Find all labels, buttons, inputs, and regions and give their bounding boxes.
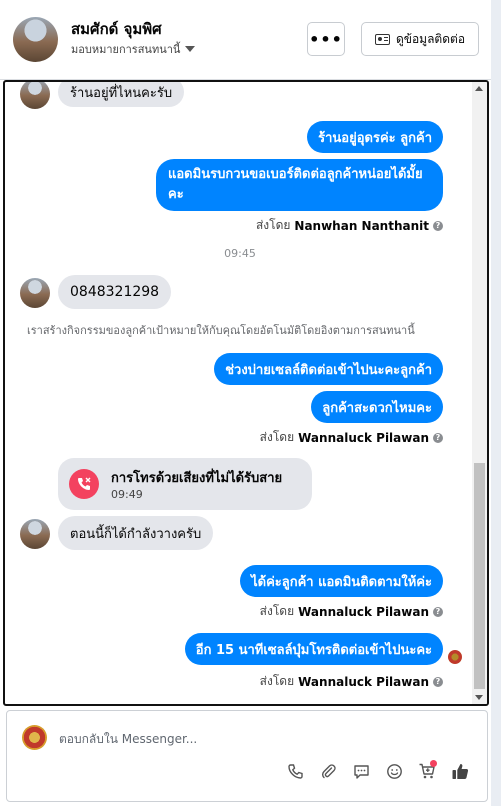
page-avatar — [22, 725, 47, 750]
incoming-message: ร้านอยู่ที่ไหนคะรับ — [58, 82, 185, 107]
sent-by-label: ส่งโดย Wannaluck Pilawan ? — [260, 428, 443, 447]
outgoing-message: ได้ค่ะลูกค้า แอดมินติดตามให้ค่ะ — [240, 565, 443, 597]
caret-down-icon — [185, 46, 196, 52]
assign-label: มอบหมายการสนทนานี้ — [71, 43, 181, 56]
like-icon[interactable] — [450, 761, 470, 781]
sent-by-label: ส่งโดย Wannaluck Pilawan ? — [260, 602, 443, 621]
view-contact-info-button[interactable]: ดูข้อมูลติดต่อ — [361, 22, 479, 56]
reply-composer — [6, 710, 488, 802]
cart-icon[interactable] — [417, 760, 437, 781]
time-separator: 09:45 — [224, 247, 256, 260]
cart-notification-dot — [430, 760, 437, 767]
help-icon[interactable]: ? — [433, 220, 443, 231]
reply-input[interactable] — [59, 729, 359, 749]
emoji-icon[interactable] — [384, 761, 404, 781]
missed-call-title: การโทรด้วยเสียงที่ไม่ได้รับสาย — [111, 471, 283, 486]
sent-by-label: ส่งโดย Wannaluck Pilawan ? — [260, 672, 443, 691]
help-icon[interactable]: ? — [433, 606, 443, 617]
view-contact-info-label: ดูข้อมูลติดต่อ — [395, 31, 466, 46]
activity-notice: เราสร้างกิจกรรมของลูกค้าเป้าหมายให้กับคุ… — [27, 324, 415, 337]
attachment-icon[interactable] — [318, 761, 338, 781]
scroll-down-arrow-icon[interactable] — [475, 695, 483, 700]
outgoing-message: ลูกค้าสะดวกไหมคะ — [311, 391, 443, 423]
more-options-button[interactable]: ••• — [307, 22, 345, 56]
seen-indicator-avatar — [448, 650, 462, 664]
help-icon[interactable]: ? — [433, 676, 443, 687]
missed-call-icon — [69, 469, 99, 499]
conversation-header: สมศักด์ จุมพิศ มอบหมายการสนทนานี้ ••• ดู… — [0, 0, 491, 80]
sent-by-label: ส่งโดย Nanwhan Nanthanit ? — [256, 216, 443, 235]
sender-avatar — [20, 519, 50, 549]
scrollbar-thumb[interactable] — [474, 463, 485, 689]
phone-icon[interactable] — [285, 761, 305, 781]
incoming-message: 0848321298 — [58, 275, 172, 309]
assign-conversation-dropdown[interactable]: มอบหมายการสนทนานี้ — [71, 40, 196, 58]
page-frame: สมศักด์ จุมพิศ มอบหมายการสนทนานี้ ••• ดู… — [0, 0, 491, 806]
sender-avatar — [20, 82, 50, 109]
scroll-up-arrow-icon[interactable] — [475, 86, 483, 91]
message-thread[interactable]: ร้านอยู่ที่ไหนคะรับ ร้านอยู่อุดรค่ะ ลูกค… — [3, 80, 489, 706]
sent-by-prefix: ส่งโดย — [259, 604, 295, 618]
sent-by-prefix: ส่งโดย — [259, 430, 295, 444]
contact-avatar[interactable] — [13, 17, 58, 62]
sent-by-prefix: ส่งโดย — [255, 218, 291, 232]
incoming-message: ตอนนี้ก็ได้กำลังวางครับ — [58, 516, 214, 550]
contact-name: สมศักด์ จุมพิศ — [71, 20, 162, 38]
sent-by-name: Wannaluck Pilawan — [298, 430, 429, 445]
sent-by-name: Wannaluck Pilawan — [298, 674, 429, 689]
missed-call-time: 09:49 — [111, 488, 143, 501]
outgoing-message: อีก 15 นาทีเซลล์บุ๋มโทรติดต่อเข้าไปนะคะ — [184, 633, 443, 665]
sender-avatar — [20, 278, 50, 308]
sent-by-name: Nanwhan Nanthanit — [294, 218, 429, 233]
missed-call-card[interactable]: การโทรด้วยเสียงที่ไม่ได้รับสาย 09:49 — [58, 458, 312, 510]
outgoing-message: ช่วงบ่ายเซลล์ติดต่อเข้าไปนะคะลูกค้า — [214, 353, 443, 385]
saved-reply-icon[interactable] — [351, 761, 371, 781]
outgoing-message: ร้านอยู่อุดรค่ะ ลูกค้า — [307, 121, 443, 153]
outgoing-message: แอดมินรบกวนขอเบอร์ติดต่อลูกค้าหน่อยได้มั… — [156, 159, 443, 211]
sent-by-name: Wannaluck Pilawan — [298, 604, 429, 619]
composer-toolbar — [285, 760, 470, 781]
help-icon[interactable]: ? — [433, 432, 443, 443]
contact-card-icon — [374, 33, 390, 45]
sent-by-prefix: ส่งโดย — [259, 674, 295, 688]
scrollbar[interactable] — [472, 82, 487, 704]
